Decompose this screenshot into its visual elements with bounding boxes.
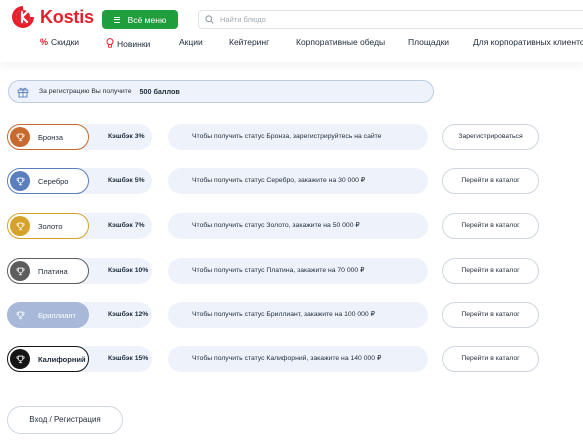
nav-item-venues[interactable]: Площадки — [408, 37, 449, 47]
level-condition: Чтобы получить статус Калифорний, закажи… — [168, 346, 428, 372]
level-condition: Чтобы получить статус Бриллиант, закажит… — [168, 302, 428, 328]
level-condition: Чтобы получить статус Золото, закажите н… — [168, 213, 428, 239]
all-menu-label: Всё меню — [127, 14, 167, 25]
level-row: Бриллиант Кэшбэк 12% Чтобы получить стат… — [7, 302, 583, 328]
level-badge: Серебро — [7, 168, 89, 194]
registration-bonus-banner: За регистрацию Вы получите 500 баллов — [8, 80, 434, 103]
level-pill: Платина Кэшбэк 10% — [7, 258, 152, 284]
level-badge: Платина — [7, 258, 89, 284]
level-name: Калифорний — [38, 354, 86, 364]
level-cashback: Кэшбэк 3% — [108, 133, 145, 140]
trophy-icon — [10, 171, 30, 191]
level-name: Платина — [38, 266, 68, 276]
level-pill: Золото Кэшбэк 7% — [7, 213, 152, 239]
level-cashback: Кэшбэк 7% — [108, 222, 145, 229]
trophy-icon — [10, 216, 30, 236]
level-row: Серебро Кэшбэк 5% Чтобы получить статус … — [7, 168, 583, 194]
site-header: Kostis Всё меню %Скидки Новинки Акции Ке… — [0, 0, 583, 62]
level-condition: Чтобы получить статус Серебро, закажите … — [168, 168, 428, 194]
logo-text: Kostis — [40, 6, 94, 27]
banner-text: За регистрацию Вы получите — [39, 88, 132, 95]
nav-item-corporate-lunches[interactable]: Корпоративные обеды — [296, 37, 385, 47]
login-register-button[interactable]: Вход / Регистрация — [7, 406, 123, 434]
level-row: Бронза Кэшбэк 3% Чтобы получить статус Б… — [7, 124, 583, 150]
menu-burger-icon — [113, 16, 120, 23]
bulb-icon — [106, 38, 114, 50]
level-pill: Бриллиант Кэшбэк 12% — [7, 302, 152, 328]
level-badge: Бронза — [7, 124, 89, 150]
level-action-button[interactable]: Перейти в каталог — [442, 258, 539, 284]
level-action-button[interactable]: Перейти в каталог — [442, 302, 539, 328]
level-name: Бриллиант — [38, 310, 76, 320]
trophy-icon — [10, 127, 30, 147]
level-name: Серебро — [38, 176, 69, 186]
level-cashback: Кэшбэк 12% — [108, 311, 149, 318]
search-icon — [205, 11, 214, 29]
level-action-button[interactable]: Перейти в каталог — [442, 168, 539, 194]
trophy-icon — [10, 349, 30, 369]
level-row: Калифорний Кэшбэк 15% Чтобы получить ста… — [7, 346, 583, 372]
search-input[interactable] — [220, 15, 420, 24]
trophy-icon — [10, 261, 30, 281]
nav-item-new[interactable]: Новинки — [106, 37, 150, 49]
main-nav: % Скидки Новинки Акции Кейтеринг Корпорат… — [0, 37, 583, 51]
search-box[interactable] — [198, 10, 583, 29]
level-name: Золото — [38, 221, 63, 231]
all-menu-button[interactable]: Всё меню — [102, 10, 178, 29]
level-action-button[interactable]: Перейти в каталог — [442, 213, 539, 239]
banner-points: 500 баллов — [139, 87, 180, 96]
level-row: Золото Кэшбэк 7% Чтобы получить статус З… — [7, 213, 583, 239]
level-cashback: Кэшбэк 5% — [108, 177, 145, 184]
level-badge: Бриллиант — [7, 302, 89, 328]
level-badge: Калифорний — [7, 346, 89, 372]
logo-icon — [10, 4, 36, 30]
level-action-button[interactable]: Зарегистрироваться — [442, 124, 539, 150]
level-pill: Серебро Кэшбэк 5% — [7, 168, 152, 194]
level-cashback: Кэшбэк 15% — [108, 355, 149, 362]
level-pill: Бронза Кэшбэк 3% — [7, 124, 152, 150]
level-cashback: Кэшбэк 10% — [108, 267, 149, 274]
level-condition: Чтобы получить статус Платина, закажите … — [168, 258, 428, 284]
gift-icon — [17, 86, 29, 98]
nav-item-corporate-clients[interactable]: Для корпоративных клиентов — [473, 37, 583, 47]
level-badge: Золото — [7, 213, 89, 239]
level-row: Платина Кэшбэк 10% Чтобы получить статус… — [7, 258, 583, 284]
percent-icon: % — [40, 37, 49, 47]
trophy-icon — [10, 305, 30, 325]
level-action-button[interactable]: Перейти в каталог — [442, 346, 539, 372]
logo[interactable]: Kostis — [10, 4, 94, 30]
nav-item-discounts[interactable]: % Скидки — [40, 37, 79, 47]
level-name: Бронза — [38, 132, 64, 142]
level-pill: Калифорний Кэшбэк 15% — [7, 346, 152, 372]
level-condition: Чтобы получить статус Бронза, зарегистри… — [168, 124, 428, 150]
nav-item-promotions[interactable]: Акции — [179, 37, 203, 47]
nav-item-catering[interactable]: Кейтеринг — [229, 37, 269, 47]
